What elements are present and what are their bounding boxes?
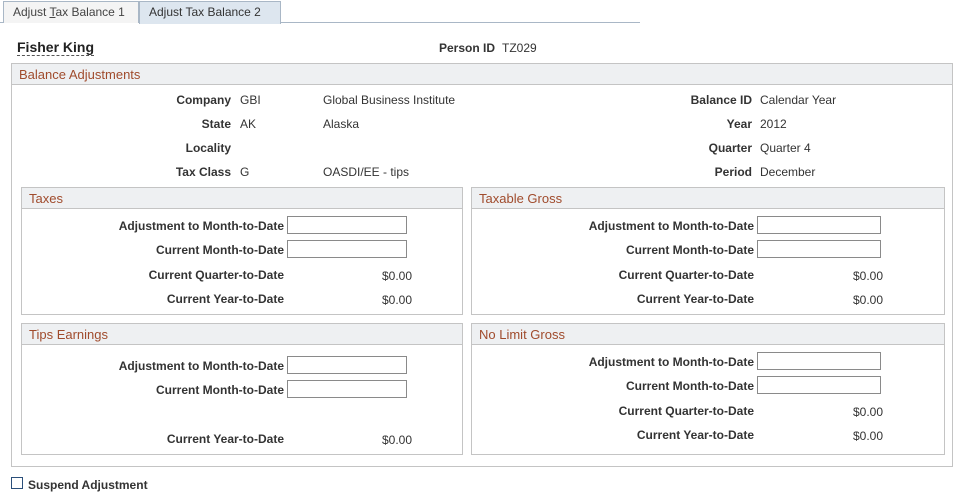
balance-id-value: Calendar Year bbox=[760, 93, 837, 107]
tips-earnings-header: Tips Earnings bbox=[22, 324, 462, 345]
balance-adjustments-title: Balance Adjustments bbox=[19, 67, 141, 82]
taxes-title: Taxes bbox=[29, 191, 63, 206]
tab-adjust-tax-balance-2[interactable]: Adjust Tax Balance 2 bbox=[139, 1, 281, 24]
period-value: December bbox=[760, 165, 816, 179]
taxable-adj-mtd-input[interactable] bbox=[757, 216, 881, 234]
tips-earnings-title: Tips Earnings bbox=[29, 327, 108, 342]
tips-cur-mtd-input[interactable] bbox=[287, 380, 407, 398]
tax-class-desc: OASDI/EE - tips bbox=[323, 165, 410, 179]
nolimit-cur-mtd-label: Current Month-to-Date bbox=[626, 379, 754, 393]
no-limit-gross-header: No Limit Gross bbox=[472, 324, 944, 345]
nolimit-adj-mtd-input[interactable] bbox=[757, 352, 881, 370]
tips-cur-mtd-label: Current Month-to-Date bbox=[156, 383, 284, 397]
person-id-label: Person ID bbox=[439, 41, 496, 55]
company-label: Company bbox=[176, 93, 231, 107]
taxes-cur-ytd-label: Current Year-to-Date bbox=[166, 292, 284, 306]
taxes-adj-mtd-label: Adjustment to Month-to-Date bbox=[118, 219, 284, 233]
state-code: AK bbox=[240, 117, 257, 131]
taxable-cur-qtd-label: Current Quarter-to-Date bbox=[618, 268, 754, 282]
taxable-cur-mtd-label: Current Month-to-Date bbox=[626, 243, 754, 257]
taxable-adj-mtd-label: Adjustment to Month-to-Date bbox=[588, 219, 754, 233]
person-name: Fisher King bbox=[17, 39, 95, 56]
year-value: 2012 bbox=[760, 117, 787, 131]
balance-adjustments-header: Balance Adjustments bbox=[12, 64, 952, 85]
tips-adj-mtd-input[interactable] bbox=[287, 356, 407, 374]
taxes-header: Taxes bbox=[22, 188, 462, 209]
taxable-cur-ytd-value: $0.00 bbox=[852, 293, 883, 307]
nolimit-cur-ytd-value: $0.00 bbox=[852, 429, 883, 443]
nolimit-cur-ytd-label: Current Year-to-Date bbox=[636, 428, 754, 442]
tab-label-post: ax Balance 1 bbox=[55, 5, 125, 19]
taxes-cur-qtd-label: Current Quarter-to-Date bbox=[148, 268, 284, 282]
locality-label: Locality bbox=[185, 141, 231, 155]
quarter-value: Quarter 4 bbox=[760, 141, 811, 155]
nolimit-cur-qtd-label: Current Quarter-to-Date bbox=[618, 404, 754, 418]
state-label: State bbox=[201, 117, 231, 131]
person-id-value: TZ029 bbox=[502, 41, 537, 55]
taxes-adj-mtd-input[interactable] bbox=[287, 216, 407, 234]
taxes-cur-qtd-value: $0.00 bbox=[381, 269, 412, 283]
taxable-cur-mtd-input[interactable] bbox=[757, 240, 881, 258]
suspend-adjustment-label[interactable]: Suspend Adjustment bbox=[28, 478, 148, 492]
taxes-cur-ytd-value: $0.00 bbox=[381, 293, 412, 307]
tips-cur-ytd-label: Current Year-to-Date bbox=[166, 432, 284, 446]
taxes-cur-mtd-input[interactable] bbox=[287, 240, 407, 258]
nolimit-adj-mtd-label: Adjustment to Month-to-Date bbox=[588, 355, 754, 369]
tips-cur-ytd-value: $0.00 bbox=[381, 433, 412, 447]
balance-id-label: Balance ID bbox=[690, 93, 752, 107]
period-label: Period bbox=[714, 165, 752, 179]
no-limit-gross-title: No Limit Gross bbox=[479, 327, 565, 342]
company-code: GBI bbox=[240, 93, 261, 107]
tab-label-pre: Adjust bbox=[13, 5, 50, 19]
state-desc: Alaska bbox=[323, 117, 360, 131]
suspend-adjustment-checkbox[interactable] bbox=[11, 477, 23, 489]
quarter-label: Quarter bbox=[708, 141, 752, 155]
taxes-cur-mtd-label: Current Month-to-Date bbox=[156, 243, 284, 257]
nolimit-cur-mtd-input[interactable] bbox=[757, 376, 881, 394]
taxable-cur-ytd-label: Current Year-to-Date bbox=[636, 292, 754, 306]
taxable-gross-header: Taxable Gross bbox=[472, 188, 944, 209]
nolimit-cur-qtd-value: $0.00 bbox=[852, 405, 883, 419]
year-label: Year bbox=[726, 117, 752, 131]
tab-adjust-tax-balance-1[interactable]: Adjust Tax Balance 1 bbox=[3, 1, 139, 23]
tax-class-label: Tax Class bbox=[175, 165, 231, 179]
tips-adj-mtd-label: Adjustment to Month-to-Date bbox=[118, 359, 284, 373]
taxable-gross-title: Taxable Gross bbox=[479, 191, 563, 206]
tax-class-code: G bbox=[240, 165, 250, 179]
taxable-cur-qtd-value: $0.00 bbox=[852, 269, 883, 283]
company-desc: Global Business Institute bbox=[323, 93, 456, 107]
